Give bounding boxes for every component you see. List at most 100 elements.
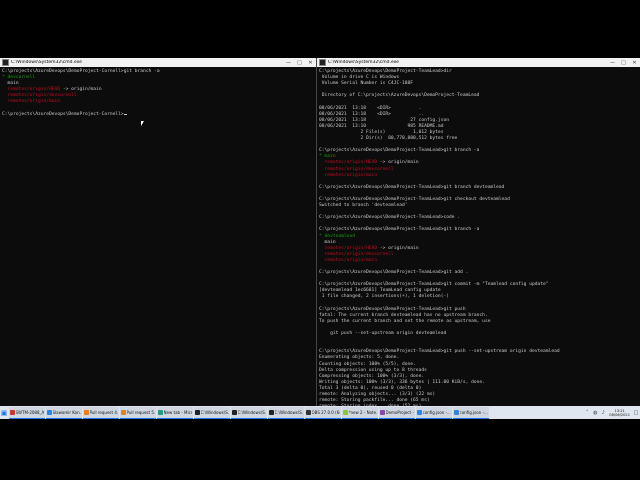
- terminal-text: -> origin/main: [377, 160, 419, 166]
- left-window-title: C:\Windows\System32\cmd.exe: [11, 60, 82, 65]
- taskbar-app-button[interactable]: Pull request 5...: [119, 406, 156, 419]
- system-tray: ˄ ◍ ♪ 13:21 08/06/2021 □: [583, 406, 640, 419]
- terminal-text: 08/06/2021 13:18 <DIR> .: [319, 105, 422, 111]
- clock[interactable]: 13:21 08/06/2021: [609, 409, 630, 417]
- terminal-text: remotes/origin/HEAD: [2, 87, 61, 93]
- terminal-text: Volume in drive C is Windows: [319, 75, 400, 81]
- taskbar-app-label: DemoProject -...: [385, 409, 414, 415]
- terminal-text: 2 File(s) 1,012 bytes: [319, 129, 444, 135]
- terminal-text: fatal: The current branch devteamlead ha…: [319, 312, 488, 318]
- taskbar-app-label: config.json -...: [422, 409, 451, 415]
- taskbar-app-list: SWTM-2088_A... Slawomir Kon... Pull reques…: [8, 406, 489, 419]
- terminal-text: Total 3 (delta 0), reused 0 (delta 0): [319, 385, 422, 391]
- terminal-text: * devteamlead: [319, 233, 355, 239]
- terminal-text: Directory of C:\projects\AzureDevops\Dem…: [319, 93, 480, 99]
- terminal-text: Compressing objects: 100% (3/3), done.: [319, 373, 425, 379]
- left-window-titlebar[interactable]: C:\Windows\System32\cmd.exe — □ ✕: [0, 58, 316, 67]
- taskbar-app-button[interactable]: *new 2 - Note...: [341, 406, 378, 419]
- terminal-text: Counting objects: 100% (5/5), done.: [319, 361, 416, 367]
- terminal-text: remotes/origin/main: [319, 172, 378, 178]
- taskbar-app-label: C:\Windows\S...: [200, 409, 229, 415]
- terminal-text: C:\projects\AzureDevops\DemoProject-Corn…: [2, 111, 124, 117]
- minimize-button[interactable]: —: [283, 58, 294, 67]
- clock-date: 08/06/2021: [609, 412, 630, 417]
- taskbar-app-button[interactable]: C:\Windows\S...: [230, 406, 267, 419]
- app-icon: [379, 409, 385, 415]
- mouse-pointer-icon: [141, 121, 144, 126]
- taskbar-app-button[interactable]: C:\Windows\S...: [267, 406, 304, 419]
- taskbar-app-button[interactable]: New tab - Micr...: [156, 406, 193, 419]
- terminal-text: 1 file changed, 2 insertions(+), 1 delet…: [319, 294, 449, 300]
- taskbar-app-label: *new 2 - Note...: [348, 409, 377, 415]
- terminal-text: * devcornell: [2, 75, 36, 81]
- close-button[interactable]: ✕: [305, 58, 316, 67]
- right-terminal-output[interactable]: C:\projects\AzureDevops\DemoProject-Team…: [317, 67, 640, 406]
- app-icon: [157, 409, 163, 415]
- taskbar-app-button[interactable]: config.json -...: [452, 406, 489, 419]
- left-cmd-window[interactable]: C:\Windows\System32\cmd.exe — □ ✕ C:\pro…: [0, 58, 317, 406]
- terminal-text: main: [319, 239, 336, 245]
- right-cmd-window[interactable]: C:\Windows\System32\cmd.exe — □ ✕ C:\pro…: [317, 58, 640, 406]
- windows-start-icon[interactable]: ▣: [0, 406, 8, 419]
- notification-icon[interactable]: □: [633, 410, 639, 416]
- taskbar-app-button[interactable]: SWTM-2088_A...: [8, 406, 45, 419]
- taskbar-app-button[interactable]: DemoProject -...: [378, 406, 415, 419]
- terminal-line: C:\projects\AzureDevops\DemoProject-Corn…: [2, 112, 314, 118]
- close-button[interactable]: ✕: [629, 58, 640, 67]
- minimize-button[interactable]: —: [607, 58, 618, 67]
- terminal-text: C:\projects\AzureDevops\DemoProject-Team…: [319, 196, 510, 202]
- terminal-text: Enumerating objects: 5, done.: [319, 355, 400, 361]
- taskbar-app-button[interactable]: OBS 27.0.0 (64...: [304, 406, 341, 419]
- taskbar-app-button[interactable]: Pull request 4...: [82, 406, 119, 419]
- network-icon[interactable]: ◍: [592, 410, 598, 416]
- volume-icon[interactable]: ♪: [600, 410, 606, 416]
- terminal-text: remote: Analyzing objects... (3/3) (22 m…: [319, 391, 436, 397]
- terminal-text: 08/06/2021 13:10 985 README.md: [319, 123, 444, 129]
- taskbar-app-button[interactable]: C:\Windows\S...: [193, 406, 230, 419]
- terminal-text: C:\projects\AzureDevops\DemoProject-Team…: [319, 148, 480, 154]
- right-window-title: C:\Windows\System32\cmd.exe: [328, 60, 399, 65]
- terminal-text: C:\projects\AzureDevops\DemoProject-Team…: [319, 184, 505, 190]
- terminal-text: Writing objects: 100% (3/3), 336 bytes |…: [319, 379, 485, 385]
- terminal-text: C:\projects\AzureDevops\DemoProject-Corn…: [2, 69, 160, 74]
- terminal-text: C:\projects\AzureDevops\DemoProject-Team…: [319, 215, 461, 221]
- terminal-text: C:\projects\AzureDevops\DemoProject-Team…: [319, 282, 549, 288]
- taskbar: ▣ SWTM-2088_A... Slawomir Kon... Pull requ…: [0, 406, 640, 419]
- terminal-text: Volume Serial Number is C4JC-188F: [319, 81, 414, 87]
- app-icon: [120, 409, 126, 415]
- app-icon: [231, 409, 237, 415]
- app-icon: [305, 409, 311, 415]
- terminal-text: * main: [319, 154, 336, 160]
- terminal-text: remotes/origin/main: [319, 257, 378, 263]
- app-icon: [194, 409, 200, 415]
- terminal-text: remotes/origin/HEAD: [319, 245, 378, 251]
- app-icon: [416, 409, 422, 415]
- taskbar-app-label: Pull request 5...: [126, 409, 155, 415]
- taskbar-app-label: Slawomir Kon...: [52, 409, 81, 415]
- maximize-button[interactable]: □: [294, 58, 305, 67]
- terminal-text: Switched to branch 'devteamlead': [319, 203, 408, 209]
- terminal-text: -> origin/main: [60, 87, 102, 93]
- terminal-text: 08/06/2021 13:18 27 config.json: [319, 117, 449, 123]
- terminal-text: [devteamlead 1ec6681] TeamLead config up…: [319, 288, 441, 294]
- terminal-text: remotes/origin/HEAD: [319, 160, 378, 166]
- chevron-up-icon[interactable]: ˄: [584, 410, 590, 416]
- terminal-text: remote: Storing packfile... done (65 ms): [319, 398, 430, 404]
- terminal-text: git push --set-upstream origin devteamle…: [319, 331, 447, 337]
- left-terminal-output[interactable]: C:\projects\AzureDevops\DemoProject-Corn…: [0, 67, 316, 118]
- right-window-titlebar[interactable]: C:\Windows\System32\cmd.exe — □ ✕: [317, 58, 640, 67]
- terminal-text: C:\projects\AzureDevops\DemoProject-Team…: [319, 306, 466, 312]
- taskbar-app-label: C:\Windows\S...: [274, 409, 303, 415]
- terminal-text: 2 Dir(s) 80,770,880,512 bytes free: [319, 136, 458, 142]
- text-cursor: [123, 113, 127, 115]
- taskbar-app-button[interactable]: Slawomir Kon...: [45, 406, 82, 419]
- maximize-button[interactable]: □: [618, 58, 629, 67]
- terminal-text: 08/06/2021 13:18 <DIR> ..: [319, 111, 425, 117]
- app-icon: [46, 409, 52, 415]
- app-icon: [9, 409, 15, 415]
- terminal-text: remotes/origin/devcornell: [319, 251, 394, 257]
- taskbar-app-button[interactable]: config.json -...: [415, 406, 452, 419]
- app-icon: [268, 409, 274, 415]
- terminal-text: remotes/origin/main: [2, 99, 61, 105]
- taskbar-app-label: Pull request 4...: [89, 409, 118, 415]
